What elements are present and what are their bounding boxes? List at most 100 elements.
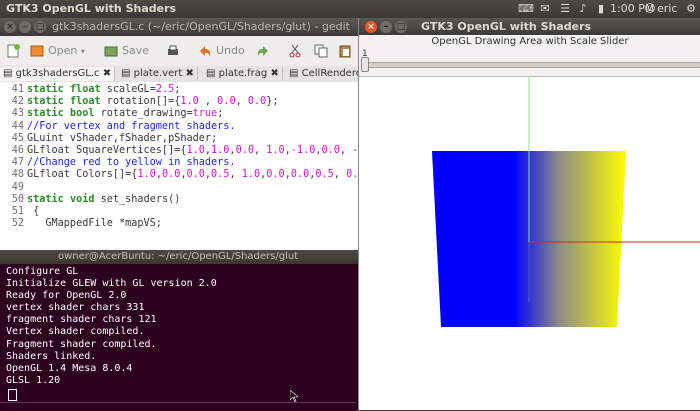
terminal-line: Ready for OpenGL 2.0: [6, 290, 127, 302]
redo-icon: [257, 46, 268, 56]
line-number: 49: [11, 181, 24, 193]
top-panel: GTK3 OpenGL with Shaders ⌨ ✉ ☰ ♪ ▮ 1:00 …: [0, 0, 700, 18]
tab-label: plate.vert: [133, 68, 183, 79]
scale-slider-area: 1: [359, 48, 700, 77]
tab-plate-vert[interactable]: ▤ plate.vert ✖: [118, 67, 198, 81]
terminal-window: owner@AcerBuntu: ~/eric/OpenGL/Shaders/g…: [0, 250, 358, 410]
user-icon[interactable]: ☺: [643, 2, 657, 16]
terminal-cursor: [8, 389, 17, 401]
terminal-line: Vertex shader compiled.: [6, 326, 145, 338]
drawing-area-label: OpenGL Drawing Area with Scale Slider: [359, 36, 700, 48]
terminal-line: GLSL 1.20: [6, 374, 61, 386]
terminal-titlebar: owner@AcerBuntu: ~/eric/OpenGL/Shaders/g…: [0, 250, 358, 264]
keyboard-icon[interactable]: ⌨: [518, 2, 534, 16]
tab-cellrenderer[interactable]: ▤ CellRendere: [286, 67, 365, 81]
code-line: static void set_shaders(): [27, 193, 181, 205]
terminal-line: Configure GL: [6, 266, 79, 277]
minimize-icon[interactable]: –: [380, 21, 392, 33]
terminal-line: vertex shader chars 331: [6, 302, 145, 314]
line-number: 42: [11, 96, 24, 108]
chevron-down-icon[interactable]: ▾: [81, 47, 85, 56]
redo-button[interactable]: [256, 40, 274, 62]
paste-icon: [339, 45, 351, 58]
gl-drawing-area[interactable]: [359, 76, 700, 410]
close-tab-icon[interactable]: ✖: [185, 68, 193, 79]
document-icon: ▤: [3, 68, 13, 79]
tab-bar: ▤ gtk3shadersGL.c ✖ ▤ plate.vert ✖ ▤ pla…: [0, 66, 362, 82]
gedit-title: gtk3shadersGL.c (~/eric/OpenGL/Shaders/g…: [52, 20, 350, 33]
gedit-titlebar: × – □ gtk3shadersGL.c (~/eric/OpenGL/Sha…: [0, 18, 358, 36]
save-icon: [104, 46, 118, 57]
terminal-line: Fragment shader compiled.: [6, 338, 157, 350]
battery-icon[interactable]: ▮: [594, 2, 608, 16]
line-number: 45: [11, 132, 24, 144]
network-icon[interactable]: ☰: [558, 2, 572, 16]
code-editor[interactable]: 41 static float scaleGL=2.5; 42 static floa…: [0, 82, 358, 250]
undo-icon: [200, 46, 211, 56]
user-name[interactable]: eric: [657, 2, 677, 15]
close-icon[interactable]: ×: [365, 21, 377, 33]
code-line: static bool rotate_drawing=true;: [27, 108, 224, 120]
line-number: 50: [11, 193, 24, 205]
undo-label: Undo: [216, 44, 245, 57]
gear-icon[interactable]: ⚙: [684, 2, 698, 16]
print-icon: [168, 45, 178, 55]
gl-window-title: GTK3 OpenGL with Shaders: [421, 20, 592, 33]
code-line: //Change red to yellow in shaders.: [27, 157, 236, 169]
terminal-line: fragment shader chars 121: [6, 314, 157, 326]
document-icon: ▤: [206, 68, 216, 79]
code-line: static float scaleGL=2.5;: [27, 84, 181, 95]
gedit-toolbar: Open ▾ Save Undo: [0, 36, 358, 67]
terminal-title: owner@AcerBuntu: ~/eric/OpenGL/Shaders/g…: [58, 251, 299, 262]
scissors-icon: [289, 44, 301, 58]
new-document-icon: [7, 44, 20, 58]
line-number: 46: [11, 145, 24, 156]
code-line: //For vertex and fragment shaders.: [27, 120, 236, 132]
code-line: {: [27, 206, 40, 217]
mail-icon[interactable]: ✉: [538, 2, 552, 16]
line-number: 41: [11, 84, 24, 95]
tab-gtk3shadersgl[interactable]: ▤ gtk3shadersGL.c ✖: [0, 67, 116, 81]
document-icon: ▤: [289, 68, 299, 79]
code-line: GMappedFile *mapVS;: [27, 218, 162, 230]
print-button[interactable]: [166, 40, 184, 62]
terminal-line: OpenGL 1.4 Mesa 8.0.4: [6, 362, 133, 374]
open-button[interactable]: Open ▾: [30, 40, 85, 62]
new-button[interactable]: [6, 40, 24, 62]
active-app-title: GTK3 OpenGL with Shaders: [6, 2, 177, 15]
line-number: 44: [11, 120, 24, 132]
tab-label: CellRendere: [301, 68, 362, 79]
terminal-line: Shaders linked.: [6, 350, 97, 362]
document-icon: ▤: [121, 68, 131, 79]
code-line: GLfloat Colors[]={1.0,0.0,0.0,0.5, 1.0,0…: [27, 169, 358, 181]
sound-icon[interactable]: ♪: [576, 2, 590, 16]
tab-plate-frag[interactable]: ▤ plate.frag ✖: [203, 67, 283, 81]
terminal-line: Initialize GLEW with GL version 2.0: [6, 278, 217, 290]
terminal-output[interactable]: Configure GL Initialize GLEW with GL vers…: [6, 266, 356, 387]
gl-window: × – □ GTK3 OpenGL with Shaders OpenGL Dr…: [358, 18, 700, 410]
gedit-window: × – □ gtk3shadersGL.c (~/eric/OpenGL/Sha…: [0, 18, 362, 250]
close-tab-icon[interactable]: ✖: [270, 68, 278, 79]
save-button[interactable]: Save: [104, 40, 149, 62]
line-number: 43: [11, 108, 24, 120]
close-tab-icon[interactable]: ✖: [103, 68, 111, 79]
open-label: Open: [48, 44, 78, 57]
cut-button[interactable]: [288, 40, 306, 62]
undo-button[interactable]: Undo: [198, 40, 245, 62]
open-folder-icon: [30, 45, 44, 57]
mouse-pointer-icon: [290, 390, 298, 402]
line-number: 47: [11, 157, 24, 169]
tab-label: gtk3shadersGL.c: [15, 68, 100, 79]
minimize-icon[interactable]: –: [19, 21, 31, 33]
maximize-icon[interactable]: □: [395, 21, 407, 33]
code-line: GLfloat SquareVertices[]={1.0,1.0,0.0, 1…: [27, 145, 358, 156]
close-icon[interactable]: ×: [4, 21, 16, 33]
slider-handle[interactable]: [361, 57, 369, 72]
paste-button[interactable]: [338, 40, 356, 62]
scale-slider[interactable]: [363, 62, 700, 68]
maximize-icon[interactable]: □: [34, 21, 46, 33]
copy-button[interactable]: [314, 40, 332, 62]
code-line: static float rotation[]={1.0 , 0.0, 0.0}…: [27, 96, 279, 108]
line-number: 52: [11, 218, 24, 230]
copy-icon: [314, 44, 328, 58]
